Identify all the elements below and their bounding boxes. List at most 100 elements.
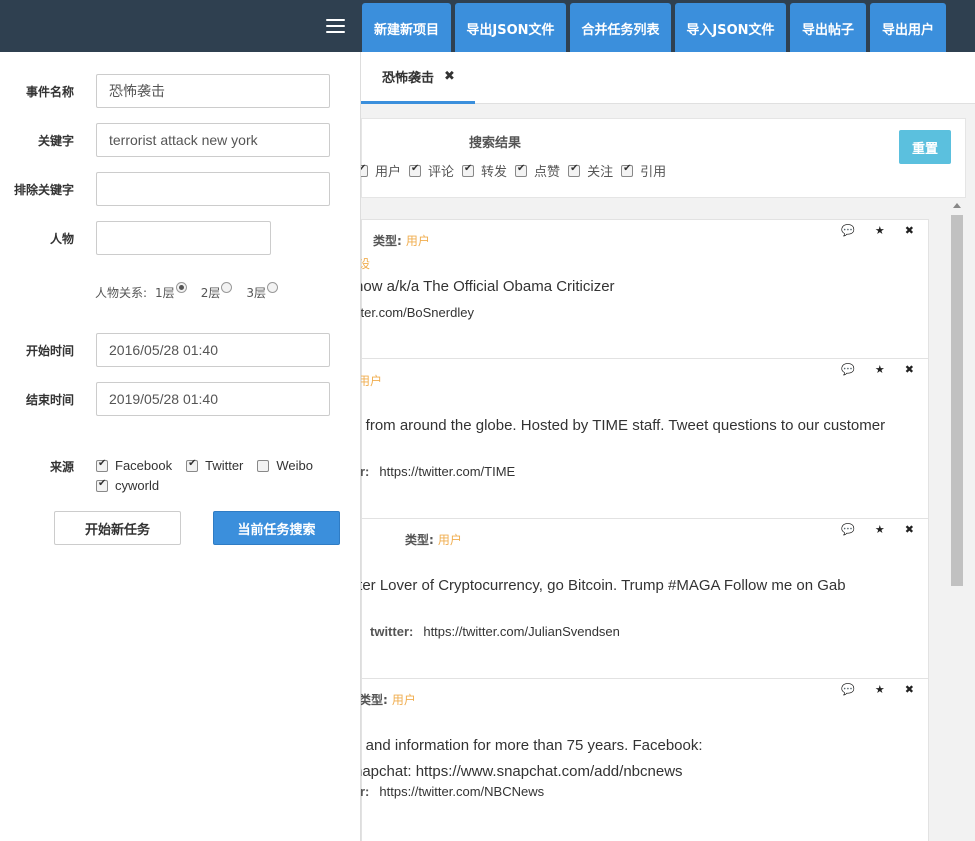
card-link-row: r: https://twitter.com/NBCNews — [361, 784, 544, 799]
result-card: 💬 ★ ✖ 类型: 用户 tter Lover of Cryptocurrency… — [361, 518, 929, 679]
tab-terror-attack[interactable]: 恐怖袭击 ✖ — [361, 52, 475, 104]
checkbox-checked-icon[interactable] — [621, 163, 634, 177]
relation-option-2[interactable]: 2层 — [200, 282, 233, 301]
checkbox-checked-icon[interactable] — [96, 478, 108, 492]
relation-option-1[interactable]: 1层 — [155, 282, 187, 301]
card-type: 类型: 用户 — [361, 691, 416, 708]
close-icon[interactable]: ✖ — [905, 363, 914, 376]
comment-icon[interactable]: 💬 — [841, 363, 855, 376]
relation-option-label: 2层 — [200, 286, 221, 300]
type-label: 类型: — [361, 693, 388, 707]
merge-task-list-button[interactable]: 合并任务列表 — [570, 3, 671, 53]
card-actions: 💬 ★ ✖ — [841, 683, 914, 696]
card-actions: 💬 ★ ✖ — [841, 363, 914, 376]
filter-label: 评论 — [428, 165, 455, 180]
hamburger-menu-icon[interactable] — [326, 19, 345, 34]
new-project-button[interactable]: 新建新项目 — [362, 3, 451, 53]
tab-label: 恐怖袭击 — [382, 71, 435, 86]
type-value: 用户 — [437, 533, 462, 547]
person-relation-group: 人物关系: 1层 2层 3层 — [95, 282, 290, 301]
source-twitter[interactable]: Twitter — [186, 458, 243, 473]
comment-icon[interactable]: 💬 — [841, 224, 855, 237]
filter-label: 点赞 — [534, 165, 561, 180]
source-label-text: cyworld — [115, 478, 160, 493]
comment-icon[interactable]: 💬 — [841, 683, 855, 696]
export-users-button[interactable]: 导出用户 — [870, 3, 946, 53]
start-new-task-button[interactable]: 开始新任务 — [54, 511, 181, 545]
checkbox-checked-icon[interactable] — [568, 163, 581, 177]
close-icon[interactable]: ✖ — [905, 523, 914, 536]
radio-checked-icon[interactable] — [175, 282, 187, 293]
export-posts-button[interactable]: 导出帖子 — [790, 3, 866, 53]
close-icon[interactable]: ✖ — [905, 224, 914, 237]
relation-option-label: 3层 — [246, 286, 266, 300]
checkbox-checked-icon[interactable] — [462, 163, 475, 177]
event-name-label: 事件名称 — [25, 85, 74, 99]
result-type-filters: 用户 评论 转发 点赞 关注 引用 — [361, 161, 674, 180]
star-icon[interactable]: ★ — [875, 523, 885, 536]
filter-label: 转发 — [481, 165, 508, 180]
relation-option-3[interactable]: 3层 — [246, 282, 278, 301]
source-label-text: Facebook — [115, 458, 173, 473]
checkbox-checked-icon[interactable] — [409, 163, 422, 177]
tab-close-icon[interactable]: ✖ — [444, 69, 455, 84]
checkbox-checked-icon[interactable] — [96, 458, 108, 472]
filter-quote[interactable]: 引用 — [621, 161, 666, 180]
card-extra: 用户 — [361, 374, 383, 388]
radio-unchecked-icon[interactable] — [266, 282, 278, 293]
search-form-panel: 事件名称 恐怖袭击 关键字 terrorist attack new york … — [0, 52, 361, 841]
checkbox-checked-icon[interactable] — [515, 163, 528, 177]
exclude-keyword-label: 排除关键字 — [13, 183, 74, 197]
filter-user[interactable]: 用户 — [361, 161, 401, 180]
star-icon[interactable]: ★ — [875, 224, 885, 237]
person-label: 人物 — [49, 232, 74, 246]
tab-bar: 恐怖袭击 ✖ — [361, 52, 975, 104]
scrollbar-thumb[interactable] — [951, 215, 963, 586]
relation-label: 人物关系: — [95, 286, 148, 300]
end-time-input[interactable]: 2019/05/28 01:40 — [96, 382, 330, 416]
keyword-input[interactable]: terrorist attack new york — [96, 123, 330, 157]
card-actions: 💬 ★ ✖ — [841, 523, 914, 536]
reset-button[interactable]: 重置 — [899, 130, 951, 164]
start-time-label: 开始时间 — [25, 344, 74, 358]
checkbox-checked-icon[interactable] — [186, 458, 199, 472]
comment-icon[interactable]: 💬 — [841, 523, 855, 536]
source-options-row: Facebook Twitter Weibo — [96, 458, 327, 473]
card-link-row: r: https://twitter.com/TIME — [361, 464, 515, 479]
star-icon[interactable]: ★ — [875, 363, 885, 376]
export-json-button[interactable]: 导出JSON文件 — [455, 3, 566, 53]
checkbox-unchecked-icon[interactable] — [257, 459, 270, 472]
filter-follow[interactable]: 关注 — [568, 161, 613, 180]
event-name-input[interactable]: 恐怖袭击 — [96, 74, 330, 108]
card-link[interactable]: https://twitter.com/TIME — [379, 464, 515, 479]
type-value: 用户 — [391, 693, 416, 707]
results-scrollbar[interactable] — [950, 200, 964, 841]
radio-unchecked-icon[interactable] — [221, 282, 233, 293]
exclude-keyword-input[interactable] — [96, 172, 330, 206]
card-link[interactable]: itter.com/BoSnerdley — [361, 305, 474, 320]
card-description: s from around the globe. Hosted by TIME … — [361, 417, 886, 434]
filter-label: 用户 — [375, 165, 402, 180]
card-link[interactable]: https://twitter.com/NBCNews — [379, 784, 544, 799]
link-label: r: — [361, 784, 370, 799]
result-card: 💬 ★ ✖ 类型: 用户 设 how a/k/a The Official Oba… — [361, 219, 929, 359]
filter-like[interactable]: 点赞 — [515, 161, 560, 180]
card-link[interactable]: https://twitter.com/JulianSvendsen — [423, 624, 620, 639]
card-link-row: twitter: https://twitter.com/JulianSvends… — [370, 624, 620, 639]
checkbox-checked-icon[interactable] — [361, 163, 368, 177]
source-facebook[interactable]: Facebook — [96, 458, 172, 473]
person-input[interactable] — [96, 221, 271, 255]
filter-repost[interactable]: 转发 — [462, 161, 507, 180]
source-weibo[interactable]: Weibo — [257, 458, 313, 473]
filter-comment[interactable]: 评论 — [409, 161, 454, 180]
star-icon[interactable]: ★ — [875, 683, 885, 696]
close-icon[interactable]: ✖ — [905, 683, 914, 696]
scroll-up-arrow-icon[interactable] — [953, 203, 961, 208]
link-label: twitter: — [370, 624, 414, 639]
current-task-search-button[interactable]: 当前任务搜索 — [213, 511, 340, 545]
link-label: r: — [361, 464, 370, 479]
results-area: 恐怖袭击 ✖ 搜索结果 用户 评论 转发 点赞 关注 引用 重置 💬 ★ ✖ 类… — [361, 52, 975, 841]
import-json-button[interactable]: 导入JSON文件 — [675, 3, 786, 53]
start-time-input[interactable]: 2016/05/28 01:40 — [96, 333, 330, 367]
source-cyworld[interactable]: cyworld — [96, 478, 159, 493]
